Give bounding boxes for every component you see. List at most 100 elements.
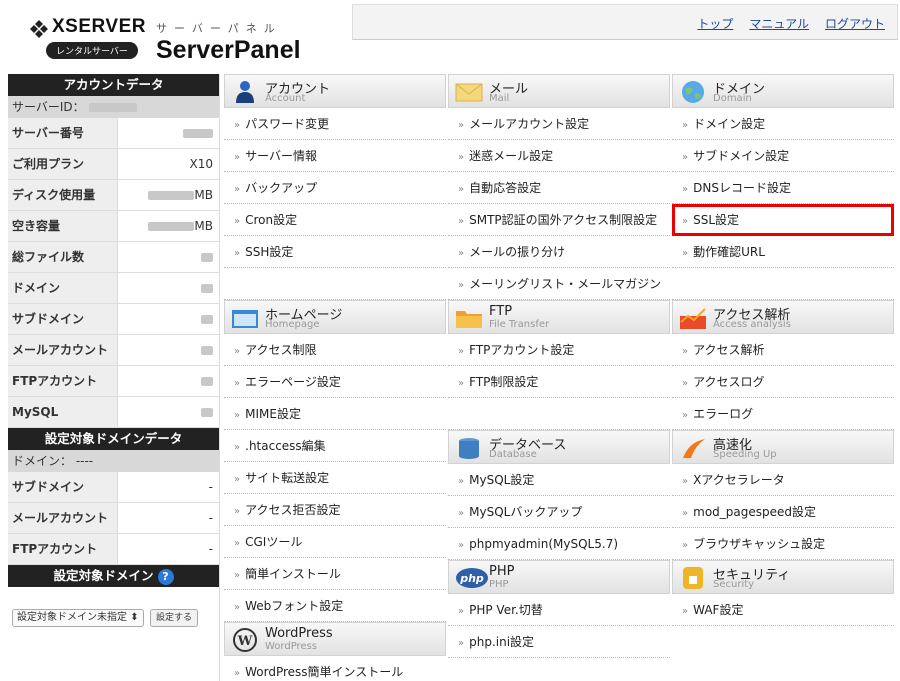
domain-select[interactable]: 設定対象ドメイン未指定 ⬍ (12, 609, 144, 627)
menu-item[interactable]: » サブドメイン設定 (672, 140, 894, 172)
arrow-icon: » (458, 638, 465, 649)
menu-item[interactable]: » MySQLバックアップ (448, 496, 670, 528)
section-subtitle: Security (713, 579, 755, 590)
domain-select-title-row: 設定対象ドメイン? (8, 565, 219, 587)
section-subtitle: Domain (713, 93, 752, 104)
menu-item[interactable]: » メールアカウント設定 (448, 108, 670, 140)
menu-item[interactable]: » DNSレコード設定 (672, 172, 894, 204)
menu-item-empty (224, 268, 446, 300)
menu-item-label: アクセス解析 (693, 343, 765, 357)
menu-item-label: MySQLバックアップ (469, 505, 583, 519)
server-id-row: サーバーID： (8, 96, 219, 118)
section-globe: ドメイン Domain » ドメイン設定 » サブドメイン設定 » DNSレコード設定 » SSL… (672, 74, 894, 300)
menu-item[interactable]: » 動作確認URL (672, 236, 894, 268)
menu-item[interactable]: » アクセス拒否設定 (224, 494, 446, 526)
menu-item[interactable]: » WAF設定 (672, 594, 894, 626)
top-link[interactable]: トップ (697, 15, 733, 32)
logout-link[interactable]: ログアウト (825, 15, 885, 32)
menu-item-label: アクセス制限 (245, 343, 317, 357)
account-rows: サーバー番号 ご利用プラン X10 ディスク使用量 MB 空き容量 MB 総ファイル数 ドメイン… (8, 118, 219, 428)
info-row: サブドメイン - (8, 472, 219, 503)
menu-item[interactable]: » mod_pagespeed設定 (672, 496, 894, 528)
menu-item[interactable]: » パスワード変更 (224, 108, 446, 140)
domain-set-button[interactable]: 設定する (150, 609, 199, 627)
arrow-icon: » (458, 378, 465, 389)
menu-item[interactable]: » PHP Ver.切替 (448, 594, 670, 626)
section-mail: メール Mail » メールアカウント設定 » 迷惑メール設定 » 自動応答設定 » SMTP認証… (448, 74, 670, 300)
redacted-value (201, 253, 213, 262)
menu-item[interactable]: » 簡単インストール (224, 558, 446, 590)
arrow-icon: » (234, 248, 241, 259)
info-value: MB (118, 211, 219, 241)
info-row: サーバー番号 (8, 118, 219, 149)
menu-item[interactable]: » WordPress簡単インストール (224, 656, 446, 681)
menu-item[interactable]: » アクセス解析 (672, 334, 894, 366)
menu-item[interactable]: » FTPアカウント設定 (448, 334, 670, 366)
section-subtitle: WordPress (265, 641, 318, 652)
menu-item[interactable]: » SMTP認証の国外アクセス制限設定 (448, 204, 670, 236)
arrow-icon: » (682, 606, 689, 617)
logo-mark-icon (30, 20, 48, 38)
info-row: ご利用プラン X10 (8, 149, 219, 180)
menu-item[interactable]: » エラーページ設定 (224, 366, 446, 398)
menu-item-label: mod_pagespeed設定 (693, 505, 816, 519)
menu-item[interactable]: » メールの振り分け (448, 236, 670, 268)
menu-item-label: FTPアカウント設定 (469, 343, 575, 357)
domain-label: ドメイン： ---- (8, 450, 219, 472)
redacted-value (148, 222, 195, 231)
menu-item[interactable]: » Webフォント設定 (224, 590, 446, 622)
menu-item[interactable]: » CGIツール (224, 526, 446, 558)
menu-item[interactable]: » メーリングリスト・メールマガジン (448, 268, 670, 300)
menu-item-label: 動作確認URL (693, 245, 765, 259)
menu-item[interactable]: » 自動応答設定 (448, 172, 670, 204)
menu-item[interactable]: » サイト転送設定 (224, 462, 446, 494)
menu-item[interactable]: » サーバー情報 (224, 140, 446, 172)
manual-link[interactable]: マニュアル (749, 15, 809, 32)
speed-icon (679, 436, 707, 460)
info-label: FTPアカウント (8, 534, 118, 564)
menu-item[interactable]: » ブラウザキャッシュ設定 (672, 528, 894, 560)
section-folder: FTP File Transfer » FTPアカウント設定 » FTP制限設定 (448, 300, 670, 430)
menu-item[interactable]: » php.ini設定 (448, 626, 670, 658)
logo-text: XSERVER (52, 16, 146, 37)
menu-item-label: サブドメイン設定 (693, 149, 790, 163)
menu-item-label: SSH設定 (245, 245, 294, 259)
menu-item[interactable]: » phpmyadmin(MySQL5.7) (448, 528, 670, 560)
menu-item[interactable]: » MIME設定 (224, 398, 446, 430)
section-subtitle: Database (489, 449, 537, 460)
menu-item[interactable]: » ドメイン設定 (672, 108, 894, 140)
arrow-icon: » (234, 602, 241, 613)
menu-item[interactable]: » MySQL設定 (448, 464, 670, 496)
arrow-icon: » (234, 216, 241, 227)
section-header: メール Mail (448, 74, 670, 108)
menu-item[interactable]: » SSL設定 (672, 204, 894, 236)
arrow-icon: » (682, 152, 689, 163)
redacted-value (201, 346, 213, 355)
menu-item[interactable]: » アクセスログ (672, 366, 894, 398)
svg-text:W: W (237, 634, 253, 649)
menu-item[interactable]: » FTP制限設定 (448, 366, 670, 398)
help-icon[interactable]: ? (157, 569, 174, 585)
menu-item-label: 簡単インストール (245, 567, 341, 581)
menu-item-label: アクセス拒否設定 (245, 503, 341, 517)
section-header: データベース Database (448, 430, 670, 464)
info-value: - (208, 480, 213, 494)
menu-item[interactable]: » 迷惑メール設定 (448, 140, 670, 172)
menu-item[interactable]: » SSH設定 (224, 236, 446, 268)
logo[interactable]: XSERVER レンタルサーバー サーバーパネル ServerPanel (8, 6, 352, 64)
homepage-icon (231, 306, 259, 330)
menu-item[interactable]: » Xアクセラレータ (672, 464, 894, 496)
menu-item[interactable]: » アクセス制限 (224, 334, 446, 366)
menu-item[interactable]: » バックアップ (224, 172, 446, 204)
section-speed: 高速化 Speeding Up» Xアクセラレータ» mod_pagespeed設定»… (672, 430, 894, 560)
domain-data-title: 設定対象ドメインデータ (8, 428, 219, 450)
arrow-icon: » (682, 540, 689, 551)
menu-item-label: サーバー情報 (245, 149, 318, 163)
menu-item[interactable]: » .htaccess編集 (224, 430, 446, 462)
menu-item[interactable]: » Cron設定 (224, 204, 446, 236)
menu-item[interactable]: » エラーログ (672, 398, 894, 430)
info-value: - (208, 542, 213, 556)
redacted-value (183, 129, 213, 138)
redacted-value (201, 315, 213, 324)
arrow-icon: » (458, 346, 465, 357)
